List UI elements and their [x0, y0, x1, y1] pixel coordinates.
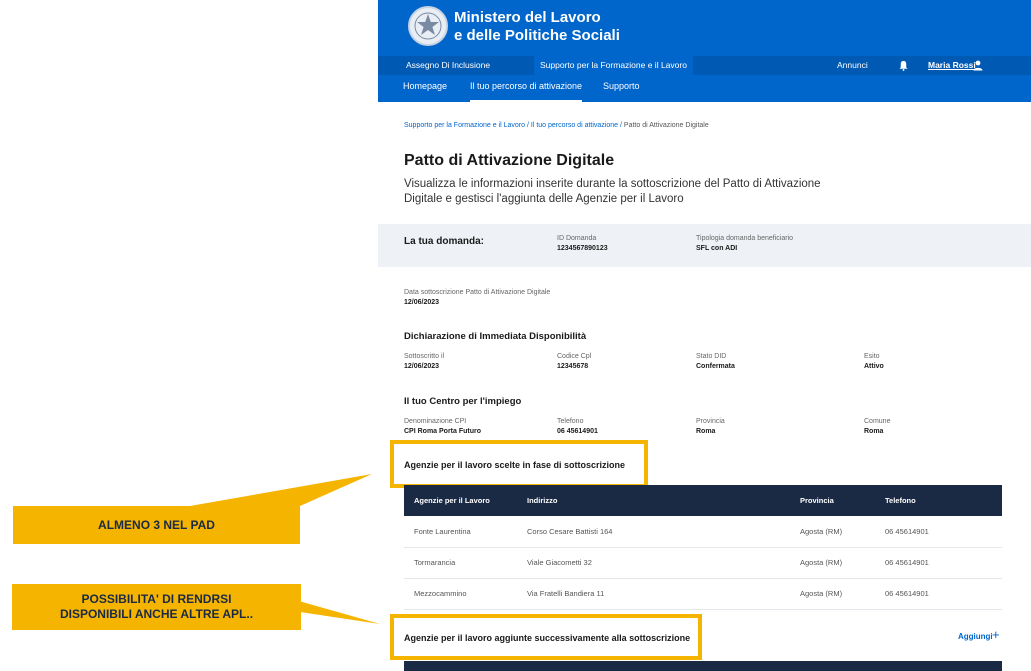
site-header: Ministero del Lavoro e delle Politiche S… — [378, 0, 1031, 102]
callout-almeno-3: ALMENO 3 NEL PAD — [13, 506, 300, 544]
did-field-label: Esito — [864, 353, 880, 360]
table-cell: Agosta (RM) — [790, 547, 875, 579]
tab-assegno-inclusione[interactable]: Assegno Di Inclusione — [400, 56, 496, 75]
ministry-title[interactable]: Ministero del Lavoro e delle Politiche S… — [454, 9, 620, 45]
callout-possibilita-line-2: DISPONIBILI ANCHE ALTRE APL.. — [59, 607, 254, 621]
ministry-line-1: Ministero del Lavoro — [454, 9, 601, 26]
column-header-indirizzo: Indirizzo — [517, 485, 790, 516]
agenzie-aggiunte-title: Agenzie per il lavoro aggiunte successiv… — [404, 633, 691, 643]
cpi-title: Il tuo Centro per l'impiego — [404, 396, 522, 407]
cpi-field-label: Denominazione CPI — [404, 418, 467, 425]
domanda-label: La tua domanda: — [404, 236, 485, 247]
table-cell: Via Fratelli Bandiera 11 — [517, 578, 790, 610]
did-title: Dichiarazione di Immediata Disponibilità — [404, 331, 587, 342]
user-icon[interactable] — [973, 60, 983, 71]
table-cell: Viale Giacometti 32 — [517, 547, 790, 579]
cpi-field-value: Roma — [864, 428, 884, 435]
did-field: Sottoscritto il 12/06/2023 — [404, 352, 444, 372]
nav-supporto[interactable]: Supporto — [603, 75, 640, 97]
tipologia-label: Tipologia domanda beneficiario — [696, 235, 794, 242]
id-domanda: ID Domanda 1234567890123 — [557, 234, 608, 254]
user-menu[interactable]: Maria Rossi — [928, 56, 976, 75]
table-cell: Agosta (RM) — [790, 578, 875, 610]
column-header-telefono: Telefono — [875, 485, 1002, 516]
table-row: Fonte Laurentina Corso Cesare Battisti 1… — [404, 516, 1002, 548]
nav-homepage[interactable]: Homepage — [403, 75, 447, 97]
did-field-label: Codice Cpl — [557, 353, 592, 360]
cpi-field-label: Comune — [864, 418, 891, 425]
cpi-field: Comune Roma — [864, 417, 890, 437]
data-sottoscrizione-label: Data sottoscrizione Patto di Attivazione… — [404, 289, 551, 296]
breadcrumb-current: Patto di Attivazione Digitale — [623, 122, 709, 129]
nav-percorso-attivazione[interactable]: Il tuo percorso di attivazione — [470, 75, 583, 102]
did-field-value: 12/06/2023 — [404, 363, 440, 370]
agenzie-aggiunte-table-header — [404, 661, 1002, 671]
plus-icon[interactable]: + — [992, 627, 1000, 642]
data-sottoscrizione-value: 12/06/2023 — [404, 299, 440, 306]
did-field-value: 12345678 — [557, 363, 589, 370]
table-cell: Mezzocammino — [404, 578, 517, 610]
did-field: Codice Cpl 12345678 — [557, 352, 591, 372]
tab-supporto-formazione[interactable]: Supporto per la Formazione e il Lavoro — [534, 56, 693, 75]
did-field-value: Attivo — [864, 363, 884, 370]
cpi-field-label: Provincia — [696, 418, 725, 425]
cpi-field: Telefono 06 45614901 — [557, 417, 598, 437]
breadcrumb-separator: / — [620, 122, 622, 129]
table-cell: 06 45614901 — [875, 578, 1002, 610]
data-sottoscrizione: Data sottoscrizione Patto di Attivazione… — [404, 288, 550, 308]
did-field: Esito Attivo — [864, 352, 884, 372]
main-nav: Homepage Il tuo percorso di attivazione … — [378, 75, 1031, 102]
did-field-label: Stato DID — [696, 353, 727, 360]
agenzie-scelte-table: Agenzie per il Lavoro Indirizzo Provinci… — [404, 485, 1002, 610]
breadcrumb-item-supporto[interactable]: Supporto per la Formazione e il Lavoro — [404, 122, 525, 129]
table-cell: 06 45614901 — [875, 547, 1002, 579]
cpi-field: Provincia Roma — [696, 417, 725, 437]
domanda-summary: La tua domanda: ID Domanda 1234567890123… — [378, 224, 1031, 267]
callout-possibilita-line-1: POSSIBILITA' DI RENDRSI — [81, 592, 232, 606]
callout-arrow-1 — [190, 474, 372, 506]
id-domanda-value: 1234567890123 — [557, 245, 608, 252]
service-tabs: Assegno Di Inclusione Supporto per la Fo… — [378, 56, 1031, 75]
cpi-field-value: 06 45614901 — [557, 428, 598, 435]
table-header-row: Agenzie per il Lavoro Indirizzo Provinci… — [404, 485, 1002, 516]
table-cell: Tormarancia — [404, 547, 517, 579]
breadcrumb-item-percorso[interactable]: Il tuo percorso di attivazione — [531, 122, 618, 129]
column-header-agenzie: Agenzie per il Lavoro — [404, 485, 517, 516]
header-top-bar: Ministero del Lavoro e delle Politiche S… — [378, 0, 1031, 56]
cpi-field-value: Roma — [696, 428, 716, 435]
ministry-line-2: e delle Politiche Sociali — [454, 27, 620, 44]
breadcrumb-separator: / — [526, 122, 529, 129]
bell-icon[interactable] — [898, 60, 909, 71]
table-row: Tormarancia Viale Giacometti 32 Agosta (… — [404, 547, 1002, 579]
table-cell: Agosta (RM) — [790, 516, 875, 548]
tipologia-domanda: Tipologia domanda beneficiario SFL con A… — [696, 234, 793, 254]
breadcrumb: Supporto per la Formazione e il Lavoro /… — [404, 122, 709, 129]
page-title: Patto di Attivazione Digitale — [404, 152, 615, 169]
cpi-field-label: Telefono — [557, 418, 584, 425]
annunci-link[interactable]: Annunci — [837, 56, 868, 75]
tipologia-value: SFL con ADI — [696, 245, 738, 252]
callout-possibilita: POSSIBILITA' DI RENDRSI DISPONIBILI ANCH… — [12, 584, 301, 630]
table-row: Mezzocammino Via Fratelli Bandiera 11 Ag… — [404, 578, 1002, 610]
did-field-label: Sottoscritto il — [404, 353, 445, 360]
table-cell: Corso Cesare Battisti 164 — [517, 516, 790, 548]
did-field-value: Confermata — [696, 363, 735, 370]
column-header-provincia: Provincia — [790, 485, 875, 516]
cpi-field-value: CPI Roma Porta Futuro — [404, 428, 482, 435]
callout-almeno-3-text: ALMENO 3 NEL PAD — [98, 517, 215, 532]
agenzie-scelte-title: Agenzie per il lavoro scelte in fase di … — [404, 460, 626, 470]
table-cell: Fonte Laurentina — [404, 516, 517, 548]
page-description: Visualizza le informazioni inserite dura… — [404, 178, 821, 205]
did-field: Stato DID Confermata — [696, 352, 735, 372]
id-domanda-label: ID Domanda — [557, 235, 597, 242]
cpi-field: Denominazione CPI CPI Roma Porta Futuro — [404, 417, 481, 437]
aggiungi-button[interactable]: Aggiungi — [958, 632, 993, 641]
republic-emblem-icon[interactable] — [408, 6, 448, 46]
table-cell: 06 45614901 — [875, 516, 1002, 548]
